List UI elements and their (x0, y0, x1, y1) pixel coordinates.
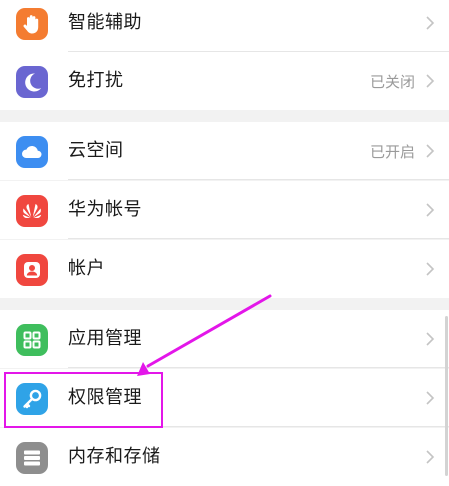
chevron-right-icon (425, 450, 435, 464)
settings-item-label: 云空间 (68, 140, 124, 161)
settings-item-cloud-space[interactable]: 云空间 已开启 (0, 122, 449, 180)
section-gap (0, 110, 449, 122)
storage-icon (16, 442, 48, 474)
annotation-highlight-box (4, 372, 163, 428)
settings-item-do-not-disturb[interactable]: 免打扰 已关闭 (0, 52, 449, 110)
chevron-right-icon (425, 144, 435, 158)
settings-item-label: 免打扰 (68, 70, 124, 91)
chevron-right-icon (425, 332, 435, 346)
status-value: 已开启 (369, 143, 415, 161)
apps-grid-icon (16, 324, 48, 356)
chevron-right-icon (425, 262, 435, 276)
divider (68, 238, 449, 239)
settings-item-label: 应用管理 (68, 328, 142, 349)
divider (68, 179, 449, 180)
scrollbar[interactable] (445, 316, 448, 476)
settings-item-storage[interactable]: 内存和存储 (0, 428, 449, 486)
settings-item-label: 内存和存储 (68, 446, 161, 467)
settings-item-label: 智能辅助 (68, 12, 142, 33)
settings-item-accounts[interactable]: 帐户 (0, 240, 449, 298)
hand-icon (16, 8, 48, 40)
chevron-right-icon (425, 391, 435, 405)
status-value: 已关闭 (369, 73, 415, 91)
chevron-right-icon (425, 16, 435, 30)
settings-item-label: 华为帐号 (68, 199, 142, 220)
chevron-right-icon (425, 74, 435, 88)
person-icon (16, 254, 48, 286)
chevron-right-icon (425, 203, 435, 217)
settings-item-smart-assist[interactable]: 智能辅助 (0, 0, 449, 52)
cloud-icon (16, 136, 48, 168)
settings-item-app-management[interactable]: 应用管理 (0, 310, 449, 368)
settings-item-label: 帐户 (68, 258, 105, 279)
divider (68, 367, 449, 368)
moon-icon (16, 66, 48, 98)
settings-item-huawei-account[interactable]: 华为帐号 (0, 181, 449, 239)
section-gap (0, 298, 449, 310)
huawei-logo-icon (16, 195, 48, 227)
